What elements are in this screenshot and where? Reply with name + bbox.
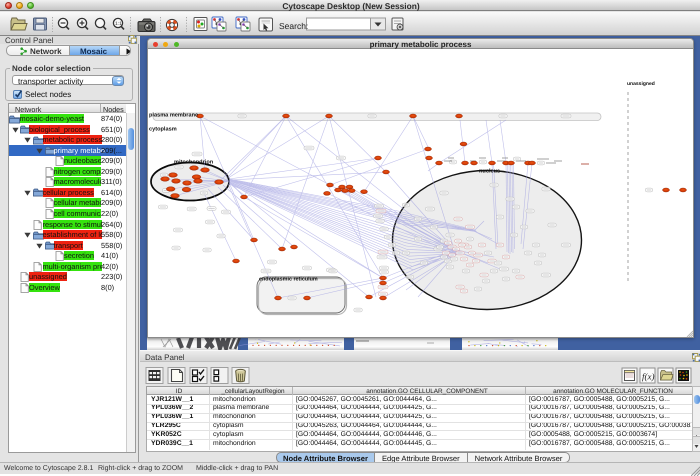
svg-text:nucleus: nucleus xyxy=(479,168,500,175)
svg-text:endoplasmic reticulum: endoplasmic reticulum xyxy=(259,277,318,283)
svg-text:unassigned: unassigned xyxy=(627,81,655,87)
svg-text:plasma membrane: plasma membrane xyxy=(149,112,198,119)
svg-text:mitochondrion: mitochondrion xyxy=(174,159,214,166)
svg-text:f(x): f(x) xyxy=(642,372,655,382)
svg-text:cytoplasm: cytoplasm xyxy=(149,126,177,133)
